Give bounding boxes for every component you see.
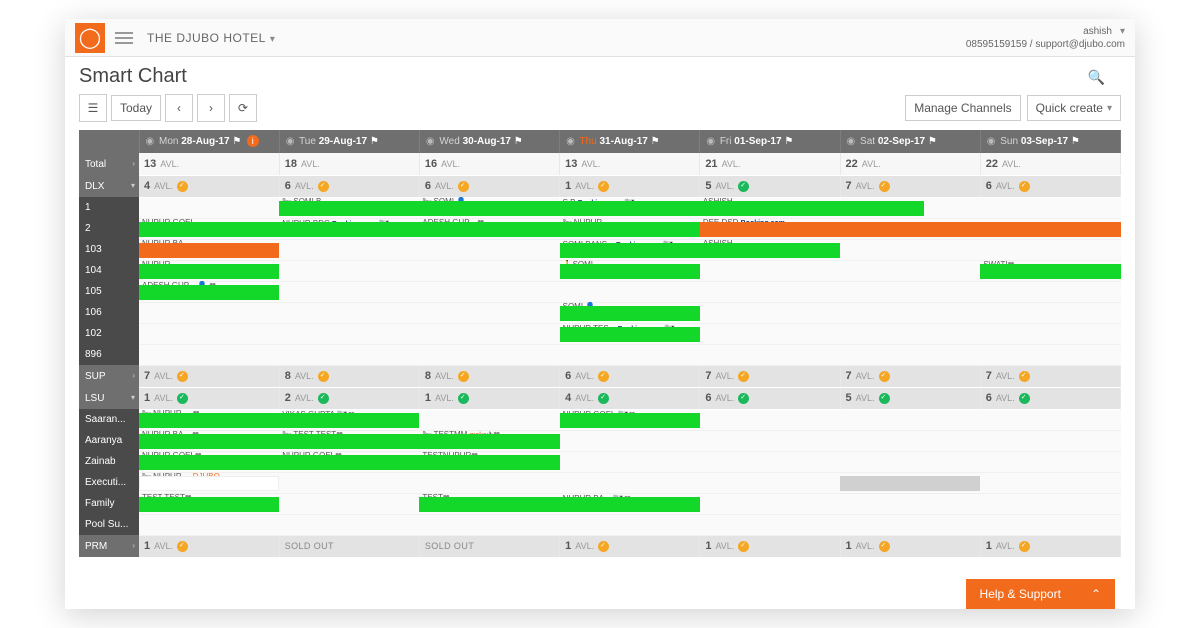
chevron-up-icon: ⌃: [1091, 587, 1101, 601]
room-row: Executi... NUPUR ... DJUBO: [79, 472, 1121, 493]
avl-cell[interactable]: 18 AVL.: [279, 153, 419, 175]
avl-cell[interactable]: 6 AVL.: [700, 387, 840, 409]
menu-icon[interactable]: [115, 29, 133, 47]
today-button[interactable]: Today: [111, 95, 161, 121]
avl-cell[interactable]: 8 AVL.: [419, 365, 559, 387]
avl-cell[interactable]: 6 AVL.: [419, 175, 559, 197]
room-row: Zainab NUPUR GOEL NUPUR GOEL TESTNUPUR: [79, 451, 1121, 472]
avl-cell[interactable]: 1 AVL.: [700, 535, 840, 557]
quick-create-button[interactable]: Quick create: [1027, 95, 1121, 121]
header-row: ◉ Mon 28-Aug-17 ⚑i◉ Tue 29-Aug-17 ⚑◉ Wed…: [79, 130, 1121, 153]
chevron-right-icon[interactable]: ›: [132, 541, 135, 550]
lsu-category-row[interactable]: LSU▾ 1 AVL.2 AVL.1 AVL.4 AVL.6 AVL.5 AVL…: [79, 387, 1121, 409]
room-row: 102 NUPUR TES... Booking.com: [79, 323, 1121, 344]
hotel-selector[interactable]: THE DJUBO HOTEL: [147, 31, 275, 45]
avl-cell[interactable]: 22 AVL.: [840, 153, 980, 175]
total-row: Total› 13 AVL.18 AVL.16 AVL.13 AVL.21 AV…: [79, 153, 1121, 175]
day-header: ◉ Sat 02-Sep-17 ⚑: [840, 130, 980, 153]
avl-cell[interactable]: 6 AVL.: [980, 387, 1120, 409]
room-row: 104 NUPUR 🚶SOMI SWATI: [79, 260, 1121, 281]
next-button[interactable]: ›: [197, 94, 225, 122]
avl-cell[interactable]: 4 AVL.: [560, 387, 700, 409]
user-block: ashish 08595159159 / support@djubo.com: [966, 25, 1125, 51]
prm-category-row[interactable]: PRM› 1 AVL.SOLD OUTSOLD OUT1 AVL.1 AVL.1…: [79, 535, 1121, 557]
manage-channels-button[interactable]: Manage Channels: [905, 95, 1020, 121]
prev-button[interactable]: ‹: [165, 94, 193, 122]
avl-cell[interactable]: 1 AVL.: [560, 535, 700, 557]
user-menu[interactable]: ashish: [1083, 25, 1125, 38]
avl-cell[interactable]: 13 AVL.: [560, 153, 700, 175]
room-row: Saaran... NUPUR ... VIKAS GUPTA NUPUR GO…: [79, 409, 1121, 430]
room-row: Pool Su...: [79, 514, 1121, 535]
search-icon[interactable]: 🔍: [1088, 69, 1105, 86]
day-header: ◉ Thu 31-Aug-17 ⚑: [560, 130, 700, 153]
calendar-grid: ◉ Mon 28-Aug-17 ⚑i◉ Tue 29-Aug-17 ⚑◉ Wed…: [79, 130, 1121, 558]
avl-cell[interactable]: 21 AVL.: [700, 153, 840, 175]
chevron-right-icon[interactable]: ›: [132, 371, 135, 380]
chevron-down-icon[interactable]: ▾: [131, 181, 135, 190]
avl-cell[interactable]: 16 AVL.: [419, 153, 559, 175]
avl-cell[interactable]: 4 AVL.: [139, 175, 279, 197]
room-row: Aaranya NUPUR BA... TEST TEST TESTMM mak…: [79, 430, 1121, 451]
avl-cell[interactable]: 1 AVL.: [139, 535, 279, 557]
chevron-down-icon[interactable]: ▾: [131, 393, 135, 402]
top-bar: ◯ THE DJUBO HOTEL ashish 08595159159 / s…: [65, 19, 1135, 57]
avl-cell[interactable]: 5 AVL.: [700, 175, 840, 197]
day-header: ◉ Mon 28-Aug-17 ⚑i: [139, 130, 279, 153]
avl-cell[interactable]: 1 AVL.: [139, 387, 279, 409]
room-row: 106 SOMI: [79, 302, 1121, 323]
day-header: ◉ Sun 03-Sep-17 ⚑: [980, 130, 1120, 153]
avl-cell[interactable]: 7 AVL.: [980, 365, 1120, 387]
help-support-tab[interactable]: Help & Support⌃: [966, 579, 1115, 609]
page-title: Smart Chart: [79, 65, 1121, 88]
list-view-button[interactable]: ☰: [79, 94, 107, 122]
avl-cell[interactable]: 2 AVL.: [279, 387, 419, 409]
refresh-button[interactable]: ⟳: [229, 94, 257, 122]
room-row: 105 ADESH GUP...: [79, 281, 1121, 302]
toolbar: ☰ Today ‹ › ⟳ Manage Channels Quick crea…: [79, 94, 1121, 122]
day-header: ◉ Wed 30-Aug-17 ⚑: [419, 130, 559, 153]
avl-cell[interactable]: SOLD OUT: [279, 535, 419, 557]
avl-cell[interactable]: 6 AVL.: [980, 175, 1120, 197]
avl-cell[interactable]: 1 AVL.: [419, 387, 559, 409]
avl-cell[interactable]: 1 AVL.: [840, 535, 980, 557]
room-row: 103 NUPUR BA... SOMI BANS... Booking.com…: [79, 239, 1121, 260]
room-row: 1 SOMI B... SOMI S B Booking.com ASHISH: [79, 197, 1121, 218]
avl-cell[interactable]: 6 AVL.: [279, 175, 419, 197]
avl-cell[interactable]: 7 AVL.: [700, 365, 840, 387]
avl-cell[interactable]: 7 AVL.: [840, 175, 980, 197]
avl-cell[interactable]: 7 AVL.: [139, 365, 279, 387]
avl-cell[interactable]: 6 AVL.: [560, 365, 700, 387]
avl-cell[interactable]: 1 AVL.: [980, 535, 1120, 557]
avl-cell[interactable]: 1 AVL.: [560, 175, 700, 197]
avl-cell[interactable]: 7 AVL.: [840, 365, 980, 387]
sup-category-row[interactable]: SUP› 7 AVL.8 AVL.8 AVL.6 AVL.7 AVL.7 AVL…: [79, 365, 1121, 387]
avl-cell[interactable]: SOLD OUT: [419, 535, 559, 557]
dlx-category-row[interactable]: DLX▾ 4 AVL.6 AVL.6 AVL.1 AVL.5 AVL.7 AVL…: [79, 175, 1121, 197]
room-row: Family TEST TEST TEST NUPUR BA...: [79, 493, 1121, 514]
chevron-right-icon[interactable]: ›: [132, 159, 135, 168]
avl-cell[interactable]: 13 AVL.: [139, 153, 279, 175]
avl-cell[interactable]: 8 AVL.: [279, 365, 419, 387]
contact-info: 08595159159 / support@djubo.com: [966, 38, 1125, 51]
logo-icon: ◯: [75, 23, 105, 53]
day-header: ◉ Tue 29-Aug-17 ⚑: [279, 130, 419, 153]
room-row: 896: [79, 344, 1121, 365]
room-row: 2 NUPUR GOEL NUPUR BDC Booking.com ADESH…: [79, 218, 1121, 239]
avl-cell[interactable]: 5 AVL.: [840, 387, 980, 409]
avl-cell[interactable]: 22 AVL.: [980, 153, 1120, 175]
day-header: ◉ Fri 01-Sep-17 ⚑: [700, 130, 840, 153]
